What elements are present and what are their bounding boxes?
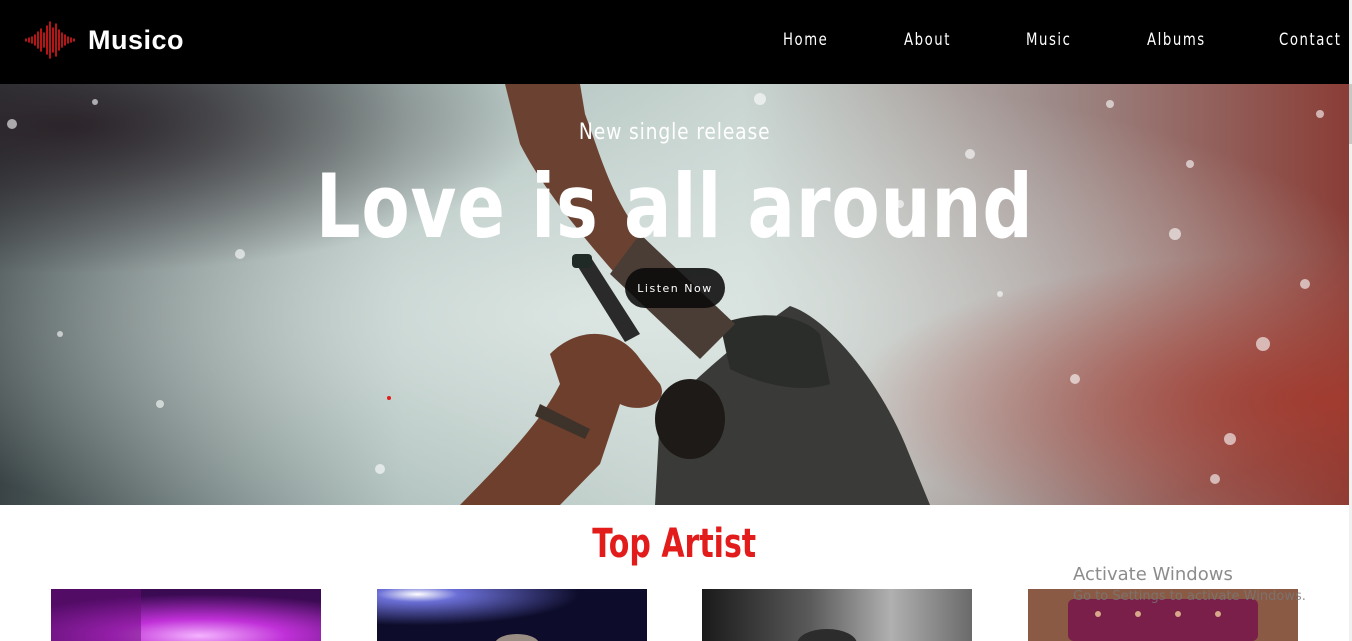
navbar: Musico Home About Music Albums Contact <box>0 0 1352 84</box>
nav-albums-link[interactable]: Albums <box>1147 30 1206 50</box>
artist-card[interactable] <box>51 589 321 641</box>
listen-now-button[interactable]: Listen Now <box>625 268 725 308</box>
hero-subtitle: New single release <box>578 120 771 145</box>
nav-contact-link[interactable]: Contact <box>1279 30 1342 50</box>
hero-banner: New single release Love is all around Li… <box>0 84 1349 505</box>
hero-title: Love is all around <box>315 155 1034 258</box>
artist-image <box>702 589 972 641</box>
artist-card[interactable] <box>1028 589 1298 641</box>
sound-wave-icon <box>25 21 75 59</box>
brand-link[interactable]: Musico <box>24 20 184 60</box>
artist-image <box>1028 589 1298 641</box>
nav-music-link[interactable]: Music <box>1026 30 1072 50</box>
nav-home-link[interactable]: Home <box>783 30 828 50</box>
artist-image <box>51 589 321 641</box>
nav-about-link[interactable]: About <box>904 30 951 50</box>
top-artist-heading: Top Artist <box>592 521 757 567</box>
artist-image <box>377 589 647 641</box>
artist-card[interactable] <box>377 589 647 641</box>
brand-name: Musico <box>88 24 185 55</box>
red-dot-marker <box>387 396 391 400</box>
artist-card[interactable] <box>702 589 972 641</box>
